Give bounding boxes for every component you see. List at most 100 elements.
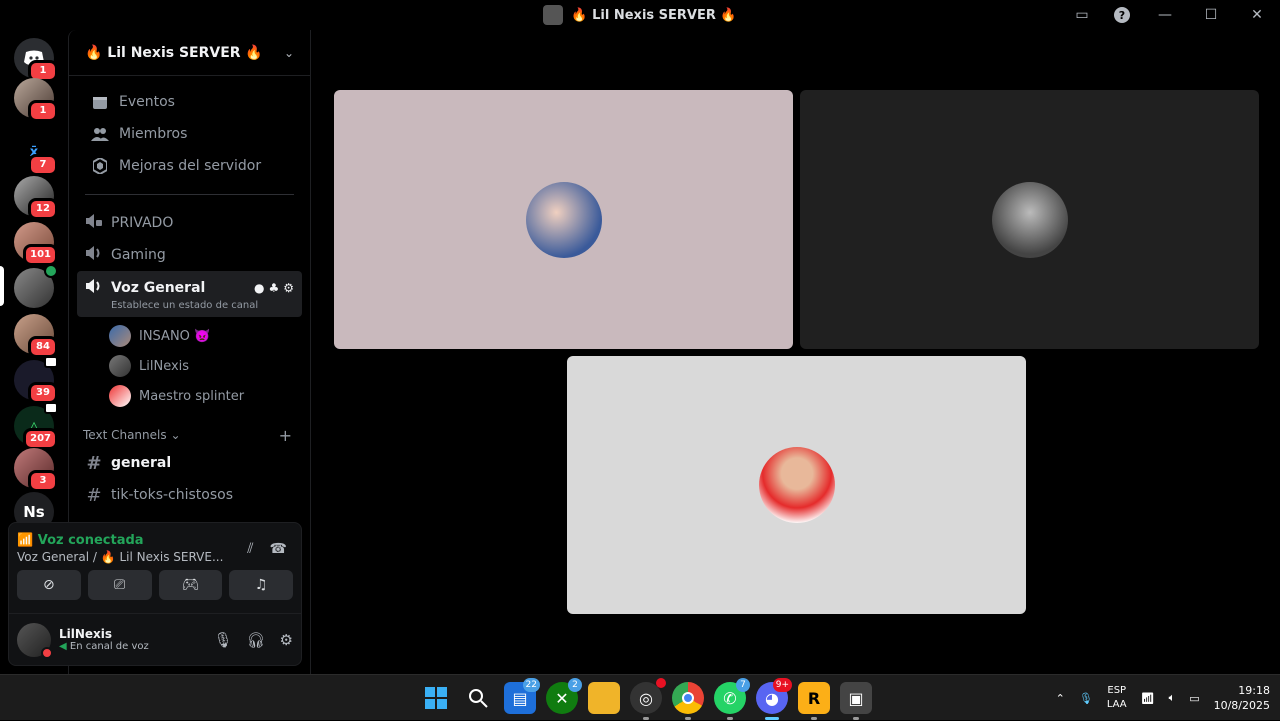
soundboard-icon: ♫	[254, 577, 268, 593]
category-label: Text Channels	[83, 428, 167, 442]
nav-label: Eventos	[119, 94, 175, 110]
channel-privado[interactable]: PRIVADO	[77, 207, 302, 239]
recording-indicator	[656, 678, 666, 688]
camera-off-icon: ⊘	[43, 577, 55, 593]
server-badge: 7	[28, 154, 58, 176]
xbox-icon[interactable]: ✕ 2	[546, 678, 582, 714]
participant-tile-maestro[interactable]	[567, 356, 1026, 614]
inbox-icon[interactable]: ▭	[1062, 0, 1102, 30]
category-text-channels[interactable]: Text Channels ⌄ +	[69, 423, 310, 447]
server-x-icon[interactable]: x̄ 7	[14, 132, 58, 176]
obs-icon[interactable]: ◎	[630, 678, 666, 720]
chevron-up-icon[interactable]: ⌃	[1056, 692, 1065, 705]
server-avatar	[543, 5, 564, 25]
screen-share-icon: ⎚	[114, 577, 126, 593]
channel-label: PRIVADO	[111, 215, 174, 231]
channel-general[interactable]: # general	[77, 447, 302, 479]
chat-bubble-icon[interactable]: ●	[254, 281, 264, 295]
dm-avatar[interactable]: 1	[14, 78, 58, 122]
microphone-icon[interactable]: 🎙︎	[213, 631, 232, 649]
clock[interactable]: 19:18 10/8/2025	[1214, 683, 1270, 713]
gear-icon[interactable]: ⚙	[283, 281, 294, 295]
voice-location[interactable]: Voz General / 🔥 Lil Nexis SERVE...	[17, 550, 223, 564]
camera-off-button[interactable]: ⊘	[17, 570, 81, 600]
activities-button[interactable]: 🎮︎	[158, 570, 223, 600]
video-active-icon	[44, 402, 58, 414]
server-badge: 207	[23, 428, 58, 450]
gear-icon[interactable]: ⚙	[280, 631, 293, 649]
voice-member[interactable]: LilNexis	[69, 351, 310, 381]
signal-icon: 📶	[17, 533, 34, 548]
hash-icon: #	[86, 484, 102, 506]
rockstar-icon[interactable]: R	[798, 682, 830, 720]
hash-icon: #	[86, 452, 102, 474]
nav-label: Mejoras del servidor	[119, 158, 262, 174]
clock-time: 19:18	[1238, 684, 1270, 697]
disconnect-icon[interactable]: ☎	[270, 541, 287, 564]
server-badge: 84	[28, 336, 58, 358]
channel-label: general	[111, 455, 172, 471]
channel-status[interactable]: Establece un estado de canal	[85, 300, 258, 311]
maximize-button[interactable]: ☐	[1188, 0, 1234, 30]
soundboard-button[interactable]: ♫	[229, 570, 293, 600]
voice-member[interactable]: Maestro splinter	[69, 381, 310, 411]
nav-label: Miembros	[119, 126, 188, 142]
server-boy-icon[interactable]: 84	[14, 314, 58, 358]
chevron-down-icon: ⌄	[283, 45, 294, 60]
microphone-icon[interactable]: 🎙︎	[1079, 692, 1093, 705]
nav-mejoras[interactable]: Mejoras del servidor	[77, 150, 302, 182]
server-header[interactable]: 🔥 Lil Nexis SERVER 🔥 ⌄	[69, 30, 310, 76]
server-lilnexis-icon[interactable]	[14, 264, 58, 308]
channel-gaming[interactable]: Gaming	[77, 239, 302, 271]
chrome-icon[interactable]	[672, 682, 704, 720]
channel-voz-general[interactable]: Voz General ● ♣ ⚙ Establece un estado de…	[77, 271, 302, 317]
speaker-icon	[85, 278, 103, 298]
headphones-icon[interactable]: 🎧︎	[247, 631, 266, 649]
system-tray: ⌃ 🎙︎ ESP LAA 📶︎ 🔈︎ ▭ 19:18 10/8/2025	[1056, 675, 1270, 721]
active-server-pill	[0, 266, 4, 306]
server-skull-icon[interactable]: 12	[14, 176, 58, 220]
voice-member[interactable]: INSANO 👿	[69, 321, 310, 351]
gta-icon[interactable]: ▣	[840, 682, 872, 720]
invite-icon[interactable]: ♣	[268, 281, 279, 295]
help-icon[interactable]: ?	[1102, 0, 1142, 30]
server-stars-icon[interactable]: 39	[14, 356, 58, 404]
svg-text:?: ?	[1119, 9, 1125, 22]
volume-icon[interactable]: 🔈︎	[1169, 691, 1176, 705]
lang-bottom: LAA	[1106, 699, 1127, 710]
avatar	[109, 385, 131, 407]
voice-status: Voz conectada	[37, 533, 144, 548]
language-indicator[interactable]: ESP LAA	[1107, 684, 1127, 712]
nav-miembros[interactable]: Miembros	[77, 118, 302, 150]
app-badge: 7	[736, 678, 750, 692]
close-button[interactable]: ✕	[1234, 0, 1280, 30]
whatsapp-icon[interactable]: ✆ 7	[714, 678, 750, 720]
server-badge: 39	[28, 382, 58, 404]
avatar[interactable]	[17, 622, 53, 659]
video-active-icon	[44, 356, 58, 368]
server-ns-label: Ns	[23, 503, 45, 521]
discord-home-icon[interactable]: 1	[14, 38, 58, 82]
nav-eventos[interactable]: Eventos	[77, 86, 302, 118]
discord-icon[interactable]: ◕ 9+	[756, 678, 792, 720]
server-heart-icon[interactable]: 3	[14, 448, 58, 492]
channel-tik-toks[interactable]: # tik-toks-chistosos	[77, 479, 302, 511]
screen-share-button[interactable]: ⎚	[87, 570, 152, 600]
windows-start-icon[interactable]	[420, 682, 452, 714]
noise-suppression-icon[interactable]: ⫽	[247, 541, 253, 564]
server-face-icon[interactable]: 101	[14, 222, 58, 266]
battery-icon[interactable]: ▭	[1189, 692, 1199, 705]
wifi-icon[interactable]: 📶︎	[1141, 692, 1155, 705]
add-channel-icon[interactable]: +	[279, 426, 292, 445]
participant-tile-lilnexis[interactable]	[800, 90, 1259, 349]
search-icon[interactable]	[462, 682, 494, 714]
file-explorer-icon[interactable]	[588, 682, 620, 714]
minimize-button[interactable]: —	[1142, 0, 1188, 30]
participant-tile-insano[interactable]	[334, 90, 793, 349]
avatar	[525, 181, 602, 258]
app-badge: 2	[568, 678, 582, 692]
username: LilNexis	[59, 627, 113, 641]
server-triangle-icon[interactable]: △ 207	[14, 402, 58, 450]
widgets-icon[interactable]: ▤ 22	[504, 678, 540, 714]
dnd-status-icon	[41, 646, 53, 659]
